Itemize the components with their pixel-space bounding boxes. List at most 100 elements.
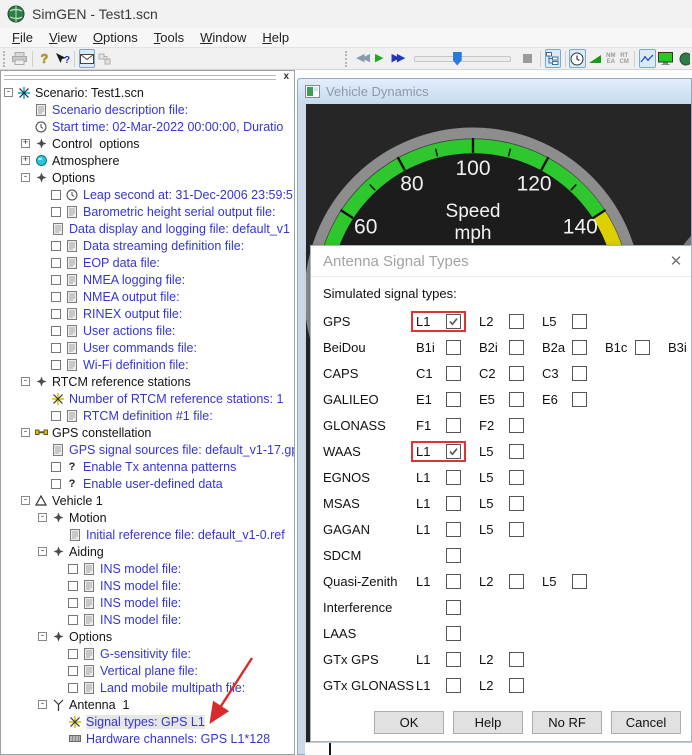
tree-item-checkbox[interactable] xyxy=(51,360,61,370)
tree-item[interactable]: +Atmosphere xyxy=(1,152,294,169)
play-button[interactable]: ▶ xyxy=(371,49,387,68)
signal-checkbox[interactable] xyxy=(446,470,461,485)
tree-item-checkbox[interactable] xyxy=(51,275,61,285)
help-button[interactable]: Help xyxy=(453,711,523,734)
tree-item[interactable]: Signal types: GPS L1 xyxy=(1,713,294,730)
signal-checkbox[interactable] xyxy=(572,574,587,589)
tree-item[interactable]: Initial reference file: default_v1-0.ref xyxy=(1,526,294,543)
signal-checkbox[interactable] xyxy=(446,548,461,563)
time-slider-thumb[interactable] xyxy=(453,52,462,66)
nmea-button[interactable]: NM EA xyxy=(606,53,615,65)
tree-item[interactable]: INS model file: xyxy=(1,577,294,594)
tree-item-checkbox[interactable] xyxy=(51,207,61,217)
tree-item[interactable]: Leap second at: 31-Dec-2006 23:59:5 xyxy=(1,186,294,203)
no-rf-button[interactable]: No RF xyxy=(532,711,602,734)
signal-checkbox[interactable] xyxy=(446,626,461,641)
signal-checkbox[interactable] xyxy=(446,418,461,433)
signal-checkbox[interactable] xyxy=(509,678,524,693)
print-button[interactable] xyxy=(12,49,28,68)
signal-checkbox[interactable] xyxy=(572,314,587,329)
signal-checkbox[interactable] xyxy=(446,340,461,355)
tree-item-checkbox[interactable] xyxy=(68,598,78,608)
stop-button[interactable] xyxy=(520,49,536,68)
signal-checkbox[interactable] xyxy=(509,522,524,537)
toolbar-drag-handle[interactable] xyxy=(3,51,8,67)
tree-item[interactable]: RINEX output file: xyxy=(1,305,294,322)
signal-checkbox[interactable] xyxy=(509,470,524,485)
signal-checkbox[interactable] xyxy=(572,392,587,407)
signal-checkbox[interactable] xyxy=(446,678,461,693)
menu-tools[interactable]: Tools xyxy=(146,30,192,45)
tree-item-checkbox[interactable] xyxy=(51,343,61,353)
tree-item[interactable]: -Options xyxy=(1,628,294,645)
signal-level-button[interactable] xyxy=(588,49,604,68)
vehicle-dynamics-titlebar[interactable]: Vehicle Dynamics xyxy=(298,79,691,104)
tree-item[interactable]: ?Enable user-defined data xyxy=(1,475,294,492)
globe-view-button[interactable] xyxy=(675,49,691,68)
tree-item[interactable]: RTCM definition #1 file: xyxy=(1,407,294,424)
collapse-toggle[interactable]: - xyxy=(38,700,47,709)
signal-checkbox[interactable] xyxy=(446,652,461,667)
signal-checkbox[interactable] xyxy=(635,340,650,355)
signal-checkbox[interactable] xyxy=(509,340,524,355)
rewind-button[interactable]: ◀◀ xyxy=(354,49,370,68)
fast-forward-button[interactable]: ▶▶ xyxy=(389,49,405,68)
tree-item[interactable]: NMEA logging file: xyxy=(1,271,294,288)
menu-help[interactable]: Help xyxy=(254,30,297,45)
signal-checkbox[interactable] xyxy=(509,496,524,511)
menu-view[interactable]: View xyxy=(41,30,85,45)
tree-item[interactable]: Barometric height serial output file: xyxy=(1,203,294,220)
signal-checkbox[interactable] xyxy=(446,600,461,615)
menu-options[interactable]: Options xyxy=(85,30,146,45)
signal-checkbox[interactable] xyxy=(446,496,461,511)
expand-toggle[interactable]: + xyxy=(21,156,30,165)
signal-checkbox[interactable] xyxy=(509,418,524,433)
tree-item[interactable]: -Vehicle 1 xyxy=(1,492,294,509)
menu-file[interactable]: File xyxy=(4,30,41,45)
tree-item[interactable]: -Antenna 1 xyxy=(1,696,294,713)
tree-item[interactable]: Start time: 02-Mar-2022 00:00:00, Durati… xyxy=(1,118,294,135)
expand-toggle[interactable]: + xyxy=(21,139,30,148)
tree-item-checkbox[interactable] xyxy=(68,683,78,693)
tree-item[interactable]: Hardware channels: GPS L1*128 xyxy=(1,730,294,747)
tree-item[interactable]: Vertical plane file: xyxy=(1,662,294,679)
collapse-toggle[interactable]: - xyxy=(21,377,30,386)
tree-panel-grabber[interactable]: x xyxy=(1,71,294,84)
tree-item-checkbox[interactable] xyxy=(51,479,61,489)
cancel-button[interactable]: Cancel xyxy=(611,711,681,734)
signal-checkbox[interactable] xyxy=(446,366,461,381)
signal-checkbox[interactable] xyxy=(446,444,461,459)
ok-button[interactable]: OK xyxy=(374,711,444,734)
tree-item-checkbox[interactable] xyxy=(51,462,61,472)
collapse-toggle[interactable]: - xyxy=(38,632,47,641)
tree-item[interactable]: NMEA output file: xyxy=(1,288,294,305)
signal-checkbox[interactable] xyxy=(509,444,524,459)
signal-checkbox[interactable] xyxy=(572,366,587,381)
tree-item[interactable]: Land mobile multipath file: xyxy=(1,679,294,696)
tree-item-checkbox[interactable] xyxy=(68,666,78,676)
signal-checkbox[interactable] xyxy=(572,340,587,355)
tree-item-checkbox[interactable] xyxy=(51,292,61,302)
collapse-toggle[interactable]: - xyxy=(4,88,13,97)
tree-item[interactable]: Number of RTCM reference stations: 1 xyxy=(1,390,294,407)
tree-item[interactable]: Scenario description file: xyxy=(1,101,294,118)
tree-item[interactable]: G-sensitivity file: xyxy=(1,645,294,662)
tree-item-checkbox[interactable] xyxy=(51,258,61,268)
tree-item[interactable]: Data display and logging file: default_v… xyxy=(1,220,294,237)
tree-item-checkbox[interactable] xyxy=(51,326,61,336)
monitor-button[interactable] xyxy=(658,49,674,68)
tree-panel-close-button[interactable]: x xyxy=(283,71,289,83)
tree-item-checkbox[interactable] xyxy=(51,411,61,421)
tree-item[interactable]: ?Enable Tx antenna patterns xyxy=(1,458,294,475)
signal-checkbox[interactable] xyxy=(509,652,524,667)
tree-item[interactable]: User actions file: xyxy=(1,322,294,339)
tree-item[interactable]: -Motion xyxy=(1,509,294,526)
tree-item-checkbox[interactable] xyxy=(68,564,78,574)
tree-item[interactable]: +Control options xyxy=(1,135,294,152)
tree-item[interactable]: User commands file: xyxy=(1,339,294,356)
signal-checkbox[interactable] xyxy=(509,314,524,329)
time-slider[interactable] xyxy=(414,56,511,62)
tree-item[interactable]: -GPS constellation xyxy=(1,424,294,441)
dialog-titlebar[interactable]: Antenna Signal Types ✕ xyxy=(311,246,691,277)
signal-checkbox[interactable] xyxy=(509,392,524,407)
